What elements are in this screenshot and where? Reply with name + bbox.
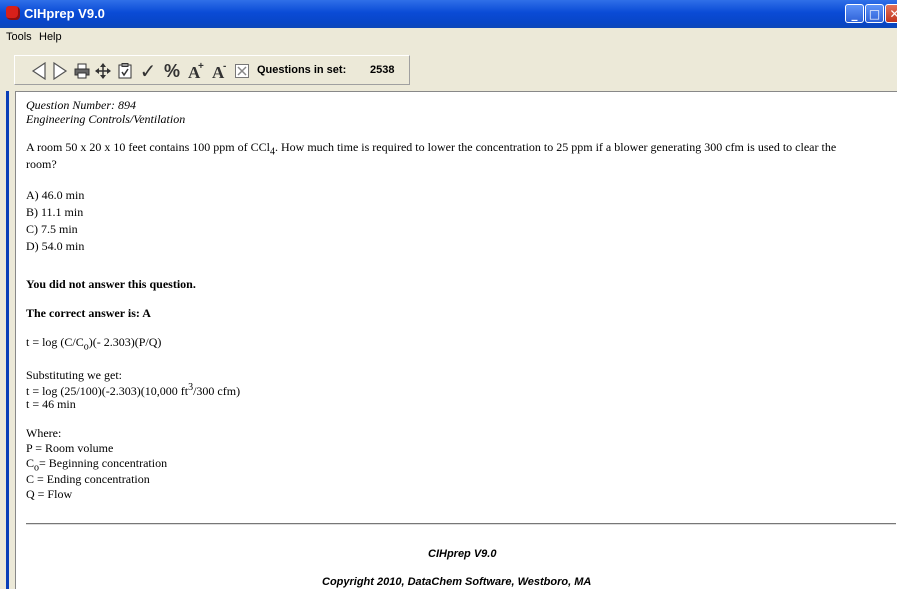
move-button[interactable] <box>94 59 112 83</box>
printer-icon <box>74 63 90 79</box>
app-icon <box>6 6 20 20</box>
close-question-button[interactable] <box>233 59 251 83</box>
footer-divider <box>26 523 896 525</box>
where-q: Q = Flow <box>26 487 73 501</box>
menu-bar: Tools Help <box>0 28 897 47</box>
close-window-button[interactable]: ✕ <box>885 4 897 23</box>
question-text-line2: room? <box>26 157 57 171</box>
where-heading: Where: <box>26 426 62 440</box>
font-increase-icon: A+ <box>188 62 204 80</box>
close-icon <box>235 64 249 78</box>
decrease-font-button[interactable]: A- <box>210 59 230 83</box>
next-button[interactable] <box>51 59 69 83</box>
arrow-left-icon <box>31 62 46 80</box>
correct-answer: The correct answer is: A <box>26 306 151 320</box>
move-icon <box>95 63 111 79</box>
font-decrease-icon: A- <box>212 62 226 80</box>
clipboard-button[interactable] <box>116 59 134 83</box>
minimize-button[interactable]: _ <box>845 4 864 23</box>
option-a: A) 46.0 min <box>26 188 85 202</box>
footer-copyright: Copyright 2010, DataChem Software, Westb… <box>322 576 592 588</box>
increase-font-button[interactable]: A + <box>186 59 206 83</box>
toolbar: ✓ % A + A- Questions in set: 2538 <box>0 47 897 91</box>
formula: t = log (C/Co)(- 2.303)(P/Q) <box>26 335 162 353</box>
where-co: Co= Beginning concentration <box>26 456 168 474</box>
question-number: Question Number: 894 <box>26 98 136 112</box>
where-p: P = Room volume <box>26 441 114 455</box>
questions-in-set-label: Questions in set: <box>257 64 347 76</box>
svg-text:-: - <box>223 62 226 72</box>
menu-help[interactable]: Help <box>39 31 62 43</box>
answer-status: You did not answer this question. <box>26 277 196 291</box>
window-left-edge <box>0 91 9 589</box>
substitution-heading: Substituting we get: <box>26 368 122 382</box>
percent-button[interactable]: % <box>162 59 182 83</box>
option-c: C) 7.5 min <box>26 222 78 236</box>
arrow-right-icon <box>53 62 68 80</box>
where-c: C = Ending concentration <box>26 472 150 486</box>
maximize-button[interactable]: □ <box>865 4 884 23</box>
option-d: D) 54.0 min <box>26 239 85 253</box>
previous-button[interactable] <box>30 59 48 83</box>
window-title: CIHprep V9.0 <box>24 6 105 21</box>
check-answer-button[interactable]: ✓ <box>138 59 158 83</box>
title-bar: CIHprep V9.0 _ □ ✕ <box>0 0 897 28</box>
print-button[interactable] <box>73 59 91 83</box>
clipboard-check-icon <box>118 63 132 79</box>
substitution-line2: t = 46 min <box>26 397 76 411</box>
svg-text:+: + <box>198 62 204 72</box>
question-text: A room 50 x 20 x 10 feet contains 100 pp… <box>26 140 837 158</box>
footer-app-name: CIHprep V9.0 <box>428 548 497 560</box>
option-b: B) 11.1 min <box>26 205 84 219</box>
question-category: Engineering Controls/Ventilation <box>26 112 186 126</box>
questions-in-set-count: 2538 <box>370 64 395 76</box>
menu-tools[interactable]: Tools <box>6 31 32 43</box>
question-content[interactable]: Question Number: 894 Engineering Control… <box>15 91 897 589</box>
